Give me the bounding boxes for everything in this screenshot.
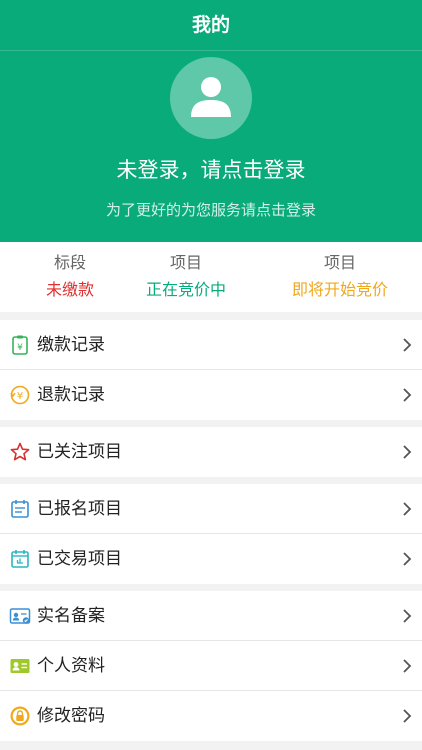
avatar[interactable]	[170, 57, 252, 139]
payment-record-icon: ¥	[12, 335, 28, 355]
calendar-icon	[11, 550, 29, 568]
stat-label: 项目	[169, 253, 202, 272]
lock-icon	[10, 706, 30, 726]
nav-divider	[0, 50, 422, 51]
menu-item-real-name[interactable]: 实名备案	[0, 591, 422, 641]
menu-label: 已关注项目	[37, 442, 122, 462]
login-subtitle: 为了更好的为您服务请点击登录	[105, 201, 316, 219]
stat-value: 正在竞价中	[145, 280, 226, 299]
star-icon	[10, 442, 30, 461]
chevron-right-icon	[403, 659, 412, 673]
profile-header[interactable]: 我的 未登录，请点击登录 为了更好的为您服务请点击登录	[0, 0, 422, 242]
registration-icon	[11, 500, 29, 518]
menu-item-payment-record[interactable]: ¥ 缴款记录	[0, 320, 422, 370]
chevron-right-icon	[403, 445, 412, 459]
menu-label: 个人资料	[37, 656, 105, 676]
menu-label: 已交易项目	[37, 549, 122, 569]
chevron-right-icon	[403, 502, 412, 516]
menu-label: 实名备案	[37, 606, 105, 626]
stat-label: 项目	[323, 253, 356, 272]
page-title: 我的	[191, 14, 230, 36]
chevron-right-icon	[403, 552, 412, 566]
status-summary: 标段 未缴款 项目 正在竞价中 项目 即将开始竞价	[0, 242, 422, 312]
menu-label: 退款记录	[37, 385, 105, 405]
chevron-right-icon	[403, 709, 412, 723]
svg-text:¥: ¥	[17, 343, 23, 353]
chevron-right-icon	[403, 338, 412, 352]
refund-record-icon: ¥	[10, 385, 30, 405]
menu-item-change-password[interactable]: 修改密码	[0, 691, 422, 741]
user-avatar-icon	[191, 77, 231, 117]
stat-upcoming[interactable]: 项目 即将开始竞价	[270, 242, 410, 312]
chevron-right-icon	[403, 609, 412, 623]
menu-item-registered-projects[interactable]: 已报名项目	[0, 484, 422, 534]
stat-bidding[interactable]: 项目 正在竞价中	[116, 242, 256, 312]
menu-label: 已报名项目	[37, 499, 122, 519]
profile-card-icon	[10, 659, 30, 673]
menu-label: 缴款记录	[37, 335, 105, 355]
menu-label: 修改密码	[37, 706, 105, 726]
menu-item-personal-info[interactable]: 个人资料	[0, 641, 422, 691]
id-card-icon	[9, 608, 31, 624]
menu-item-refund-record[interactable]: ¥ 退款记录	[0, 370, 422, 420]
chevron-right-icon	[403, 388, 412, 402]
menu-item-followed-projects[interactable]: 已关注项目	[0, 427, 422, 477]
menu-item-traded-projects[interactable]: 已交易项目	[0, 534, 422, 584]
login-prompt[interactable]: 未登录，请点击登录	[0, 154, 422, 186]
stat-value: 即将开始竞价	[291, 280, 388, 299]
svg-text:¥: ¥	[17, 391, 23, 402]
